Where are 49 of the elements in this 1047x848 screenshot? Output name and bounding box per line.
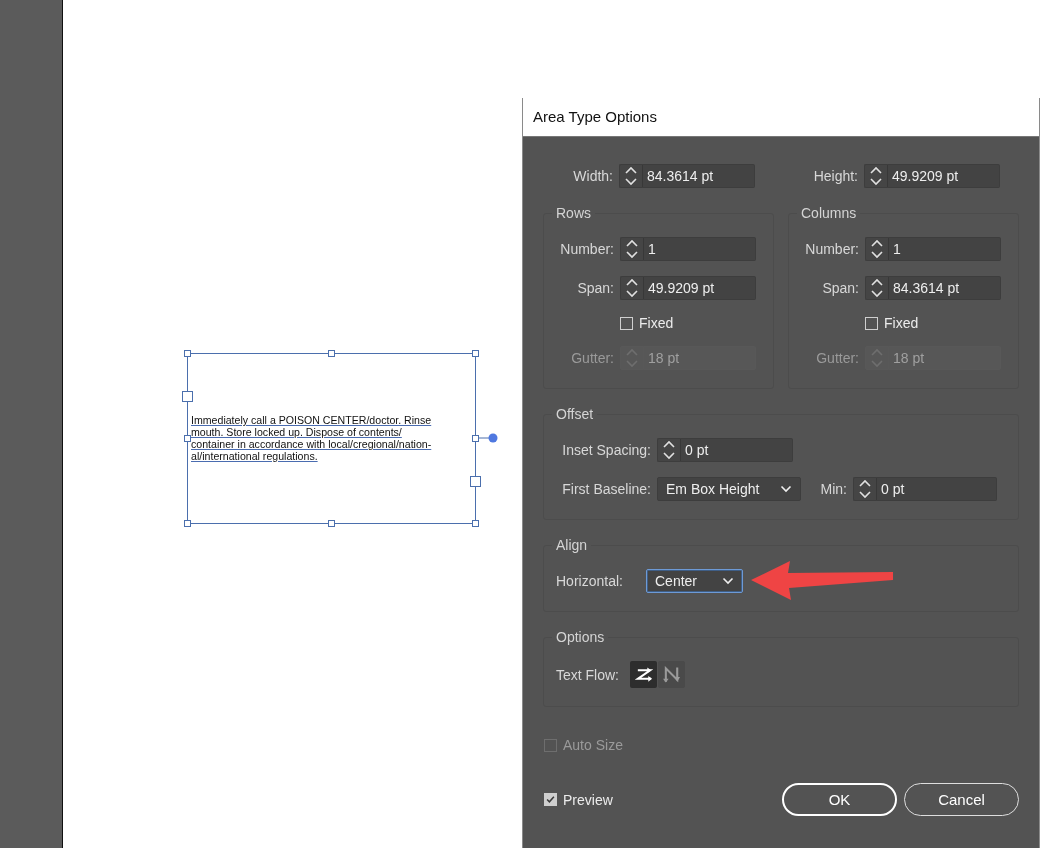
group-title: Columns [800, 205, 858, 221]
chevron-down-icon [780, 485, 792, 493]
group-title: Offset [555, 406, 595, 422]
field-label: Number: [804, 241, 860, 257]
field-label: Span: [576, 280, 615, 296]
field-label: First Baseline: [561, 481, 652, 497]
checkbox-label: Fixed [884, 315, 919, 331]
checkbox-label: Preview [563, 791, 613, 808]
text-flow-button[interactable] [630, 661, 657, 688]
spinner-icon[interactable] [853, 477, 877, 501]
field-label: Height: [812, 168, 859, 184]
field-label: Gutter: [570, 350, 615, 366]
number-field[interactable]: 49.9209 pt [888, 164, 1000, 188]
spinner-icon[interactable] [864, 164, 888, 188]
checkbox-label: Fixed [639, 315, 674, 331]
field-label: Text Flow: [555, 666, 620, 683]
field-label: Width: [572, 168, 614, 184]
number-field[interactable]: 0 pt [877, 477, 997, 501]
dialog-button[interactable]: OK [782, 783, 897, 816]
paragraph-text: Immediately call a POISON CENTER/doctor. Rinse mouth. Store locked up. Dispose of contents/ container in accordance with local/cregional/nation- al/international regulations. [191, 414, 432, 462]
field-label: Number: [559, 241, 615, 257]
number-field[interactable]: 84.3614 pt [643, 164, 755, 188]
spinner-icon[interactable] [657, 438, 681, 462]
number-field[interactable]: 49.9209 pt [644, 276, 756, 300]
spinner-icon[interactable] [865, 276, 889, 300]
window-title: Area Type Options [523, 98, 1039, 137]
zigzag-down-arrow-icon [662, 665, 681, 684]
group-title: Rows [555, 205, 592, 221]
field-label: Gutter: [815, 350, 860, 366]
bounding-box-drawing[interactable] [182, 350, 498, 527]
number-field[interactable]: 0 pt [681, 438, 793, 462]
spinner-icon[interactable] [620, 276, 644, 300]
field-label: Inset Spacing: [561, 442, 652, 458]
field-label: Horizontal: [555, 573, 624, 589]
spinner-icon[interactable] [865, 237, 889, 261]
spinner-icon[interactable] [620, 237, 644, 261]
group-title: Options [555, 629, 606, 645]
zigzag-arrow-icon [634, 665, 653, 684]
spinner-icon[interactable] [619, 164, 643, 188]
checkbox-label: Auto Size [563, 737, 623, 753]
number-field[interactable]: 1 [644, 237, 756, 261]
field-label: Span: [821, 280, 860, 296]
field-label: Min: [819, 481, 848, 497]
chevron-down-icon [722, 577, 734, 585]
number-field[interactable]: 1 [889, 237, 1001, 261]
dropdown[interactable]: Center [646, 569, 743, 593]
group-title: Align [555, 537, 589, 553]
number-field[interactable]: 84.3614 pt [889, 276, 1001, 300]
dropdown[interactable]: Em Box Height [657, 477, 801, 501]
